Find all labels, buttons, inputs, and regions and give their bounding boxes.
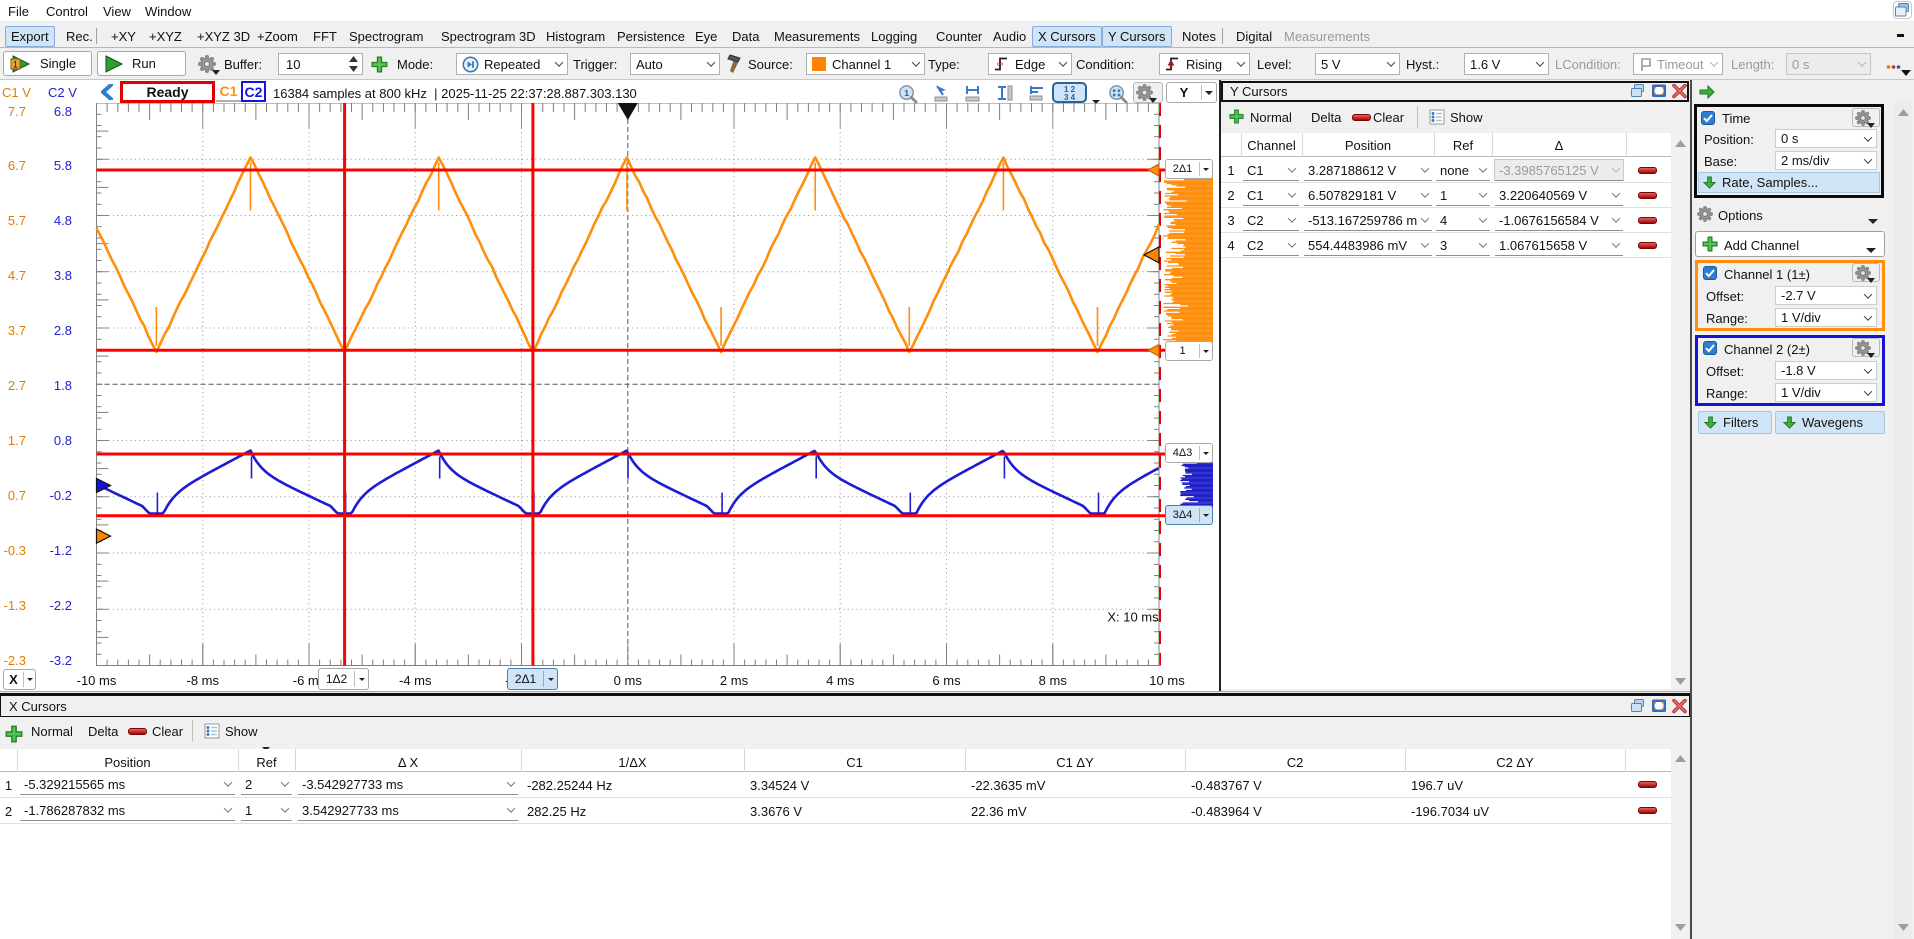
svg-text:1: 1 <box>904 88 909 98</box>
svg-text:1: 1 <box>13 59 18 69</box>
svg-text:X: 10 ms: X: 10 ms <box>1107 610 1159 625</box>
